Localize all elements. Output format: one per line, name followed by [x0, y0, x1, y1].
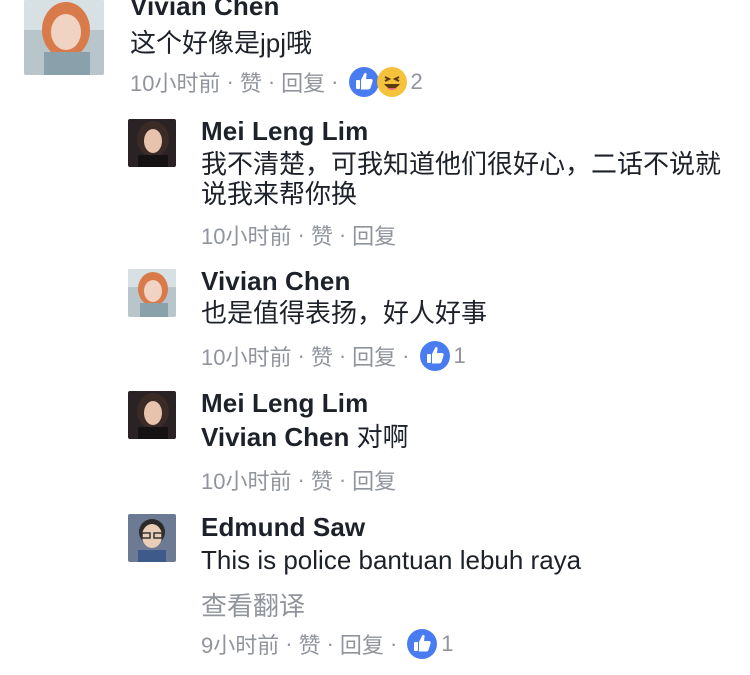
- comment-actions: 10小时前 · 赞 · 回复: [201, 464, 396, 496]
- avatar[interactable]: [24, 0, 104, 75]
- separator: ·: [389, 631, 398, 656]
- comment-text: Vivian Chen 对啊: [201, 422, 409, 452]
- like-reaction-icon: [419, 341, 450, 371]
- reactions-summary[interactable]: 1: [407, 629, 454, 659]
- comment-text: This is police bantuan lebuh raya: [201, 545, 582, 575]
- commenter-name[interactable]: Mei Leng Lim: [201, 388, 368, 419]
- like-button[interactable]: 赞: [299, 628, 321, 660]
- reply-button[interactable]: 回复: [281, 66, 325, 98]
- reaction-count: 1: [441, 631, 454, 656]
- separator: ·: [338, 467, 347, 492]
- reply-button[interactable]: 回复: [340, 628, 384, 660]
- comment-text: 这个好像是jpj哦: [130, 28, 313, 58]
- reply-button[interactable]: 回复: [352, 219, 396, 251]
- separator: ·: [326, 631, 334, 656]
- reply-button[interactable]: 回复: [352, 464, 396, 496]
- reaction-count: 2: [410, 69, 423, 94]
- avatar[interactable]: [128, 514, 176, 562]
- avatar[interactable]: [128, 269, 176, 317]
- separator: ·: [338, 222, 347, 247]
- reaction-count: 1: [453, 343, 466, 368]
- reactions-summary[interactable]: 2: [348, 67, 423, 97]
- separator: ·: [402, 343, 410, 368]
- comment-actions: 10小时前 · 赞 · 回复 · 2: [130, 66, 423, 98]
- timestamp: 10小时前: [130, 71, 221, 96]
- like-reaction-icon: [407, 629, 438, 659]
- separator: ·: [267, 69, 276, 94]
- timestamp: 10小时前: [201, 469, 292, 494]
- avatar[interactable]: [128, 119, 176, 167]
- comment-actions: 10小时前 · 赞 · 回复 · 1: [201, 340, 466, 372]
- like-button[interactable]: 赞: [311, 219, 333, 251]
- see-translation-link[interactable]: 查看翻译: [201, 586, 305, 623]
- comment-actions: 9小时前 · 赞 · 回复 · 1: [201, 628, 454, 660]
- reactions-summary[interactable]: 1: [419, 341, 466, 371]
- separator: ·: [297, 467, 305, 492]
- timestamp: 10小时前: [201, 345, 292, 370]
- like-button[interactable]: 赞: [311, 340, 333, 372]
- comment-body: 对啊: [349, 422, 409, 452]
- separator: ·: [297, 222, 305, 247]
- separator: ·: [331, 69, 339, 94]
- comment-text: 我不清楚，可我知道他们很好心，二话不说就说我来帮你换: [201, 149, 722, 209]
- separator: ·: [285, 631, 293, 656]
- haha-reaction-icon: [376, 67, 407, 97]
- separator: ·: [338, 343, 347, 368]
- avatar[interactable]: [128, 391, 176, 439]
- comment-actions: 10小时前 · 赞 · 回复: [201, 219, 396, 251]
- commenter-name[interactable]: Mei Leng Lim: [201, 116, 368, 147]
- like-button[interactable]: 赞: [311, 464, 333, 496]
- comment-text: 也是值得表扬，好人好事: [201, 298, 488, 328]
- like-reaction-icon: [348, 67, 379, 97]
- mention-link[interactable]: Vivian Chen: [201, 422, 349, 452]
- reply-button[interactable]: 回复: [352, 340, 396, 372]
- separator: ·: [226, 69, 234, 94]
- timestamp: 9小时前: [201, 633, 280, 658]
- timestamp: 10小时前: [201, 224, 292, 249]
- commenter-name[interactable]: Edmund Saw: [201, 512, 365, 543]
- commenter-name[interactable]: Vivian Chen: [201, 266, 350, 297]
- separator: ·: [297, 343, 305, 368]
- like-button[interactable]: 赞: [240, 66, 262, 98]
- commenter-name[interactable]: Vivian Chen: [130, 0, 279, 22]
